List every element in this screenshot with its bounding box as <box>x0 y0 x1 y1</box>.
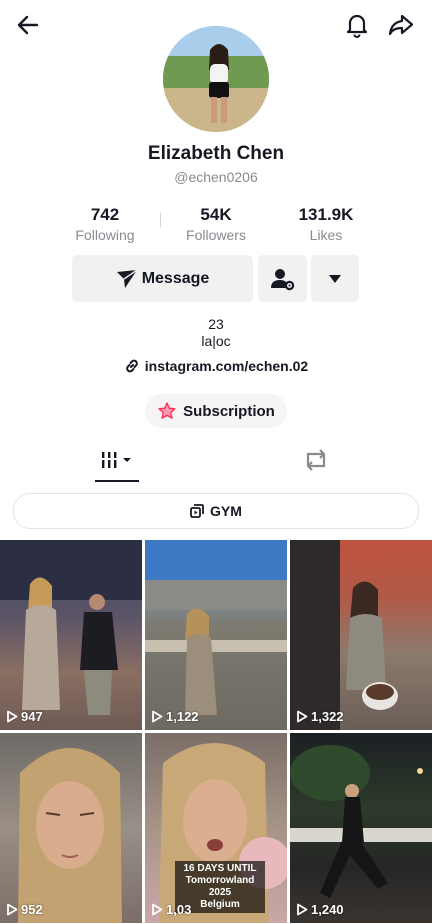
tab-videos[interactable] <box>95 440 139 480</box>
more-options-button[interactable] <box>311 255 359 302</box>
play-icon <box>297 710 308 723</box>
view-count-text: 1,03 <box>166 902 192 917</box>
view-count-text: 1,240 <box>311 902 344 917</box>
link-icon <box>125 359 138 373</box>
subscription-label: Subscription <box>183 402 275 420</box>
stat-label: Followers <box>186 227 246 243</box>
share-button[interactable] <box>385 9 417 41</box>
video-grid: 947 1,122 1,322 952 16 DAYS UNTIL Tomorr… <box>0 540 432 924</box>
video-thumbnail[interactable]: 16 DAYS UNTIL Tomorrowland 2025 Belgium … <box>145 733 287 923</box>
content-tabs <box>0 440 432 484</box>
stats-divider <box>160 212 161 228</box>
bio-line: la|oc <box>201 333 231 349</box>
thumbnail-image <box>145 540 287 715</box>
bio-link[interactable]: instagram.com/echen.02 <box>0 358 432 374</box>
tab-active-indicator <box>95 480 139 482</box>
stat-value: 54K <box>200 205 232 224</box>
stat-likes[interactable]: 131.9K Likes <box>271 205 381 243</box>
stat-following[interactable]: 742 Following <box>50 205 160 243</box>
stats-row: 742 Following 54K Followers 131.9K Likes <box>0 205 432 245</box>
notifications-button[interactable] <box>341 9 373 41</box>
play-icon <box>152 903 163 916</box>
play-icon <box>152 710 163 723</box>
video-thumbnail[interactable]: 1,122 <box>145 540 287 730</box>
add-friend-button[interactable] <box>258 255 307 302</box>
bell-icon <box>346 14 368 38</box>
stat-value: 131.9K <box>298 205 354 224</box>
view-count: 952 <box>6 902 43 917</box>
thumbnail-image <box>290 540 398 730</box>
subscription-button[interactable]: Subscription <box>145 394 287 428</box>
view-count: 1,03 <box>151 902 191 917</box>
message-label: Message <box>141 269 210 287</box>
bio-link-text: instagram.com/echen.02 <box>144 358 309 374</box>
video-thumbnail[interactable]: 1,240 <box>290 733 432 923</box>
repost-icon <box>306 449 326 471</box>
stat-label: Following <box>75 227 135 243</box>
playlist-label: GYM <box>210 503 242 519</box>
caption-line: 16 DAYS UNTIL <box>183 863 257 874</box>
video-thumbnail[interactable]: 947 <box>0 540 142 730</box>
play-icon <box>7 710 18 723</box>
view-count-text: 1,122 <box>166 709 199 724</box>
arrow-left-icon <box>17 15 39 35</box>
view-count: 1,322 <box>296 709 344 724</box>
message-button[interactable]: Message <box>72 255 253 302</box>
thumbnail-image <box>290 745 432 898</box>
share-icon <box>388 14 414 36</box>
thumbnail-image <box>0 540 142 715</box>
view-count: 1,240 <box>296 902 344 917</box>
view-count-text: 952 <box>21 902 43 917</box>
stat-label: Likes <box>309 227 343 243</box>
play-icon <box>7 903 18 916</box>
play-icon <box>297 903 308 916</box>
playlist-chip[interactable]: GYM <box>13 493 419 529</box>
caption-line: Tomorrowland 2025 <box>185 875 255 898</box>
send-icon <box>116 268 138 288</box>
bio-line: 23 <box>208 316 224 332</box>
profile-name: Elizabeth Chen <box>147 143 285 164</box>
stat-followers[interactable]: 54K Followers <box>161 205 271 243</box>
star-icon <box>158 402 176 419</box>
back-button[interactable] <box>12 9 44 41</box>
playlist-icon <box>190 504 204 518</box>
video-thumbnail[interactable]: 952 <box>0 733 142 923</box>
caret-down-icon <box>329 274 341 283</box>
tab-reposts[interactable] <box>300 444 332 476</box>
person-settings-icon <box>270 268 294 290</box>
profile-handle: @echen0206 <box>174 169 258 185</box>
view-count-text: 947 <box>21 709 43 724</box>
thumbnail-image <box>18 748 122 923</box>
view-count: 1,122 <box>151 709 199 724</box>
videos-grid-icon <box>100 452 131 468</box>
view-count: 947 <box>6 709 43 724</box>
avatar-photo <box>163 26 269 132</box>
stat-value: 742 <box>90 205 120 224</box>
video-thumbnail[interactable]: 1,322 <box>290 540 432 730</box>
view-count-text: 1,322 <box>311 709 344 724</box>
avatar[interactable] <box>163 26 269 132</box>
